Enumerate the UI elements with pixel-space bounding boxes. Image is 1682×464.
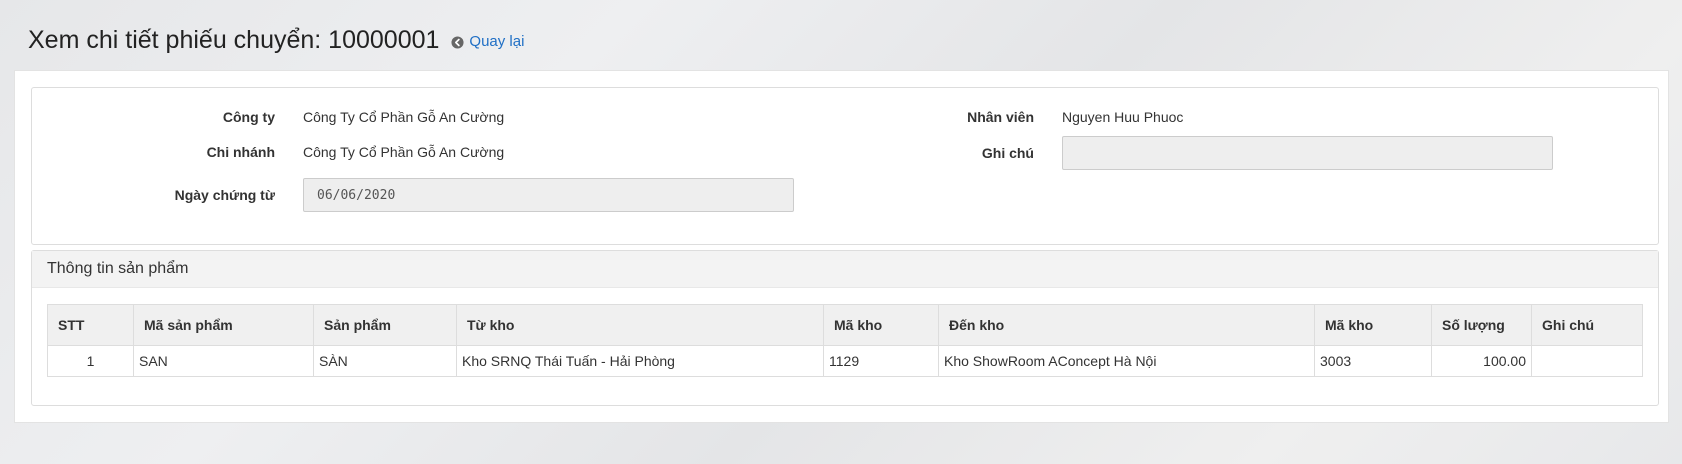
cell-to-code: 3003 (1314, 345, 1432, 377)
product-table: STT Mã sản phẩm Sản phẩm Từ kho Mã kho Đ… (47, 304, 1643, 377)
page-header: Xem chi tiết phiếu chuyển: 10000001 Quay… (28, 26, 524, 55)
col-header-product-code: Mã sản phẩm (133, 304, 314, 346)
note-field[interactable] (1062, 136, 1553, 170)
cell-to-warehouse: Kho ShowRoom AConcept Hà Nội (938, 345, 1315, 377)
cell-note (1531, 345, 1643, 377)
cell-product-code: SAN (133, 345, 314, 377)
col-header-quantity: Số lượng (1431, 304, 1532, 346)
circle-arrow-left-icon (451, 36, 464, 49)
product-info-panel: Thông tin sản phẩm STT Mã sản phẩm Sản p… (31, 250, 1659, 406)
col-header-stt: STT (47, 304, 134, 346)
product-section-title: Thông tin sản phẩm (32, 251, 1658, 288)
col-header-note: Ghi chú (1531, 304, 1643, 346)
cell-quantity: 100.00 (1431, 345, 1532, 377)
cell-from-code: 1129 (823, 345, 939, 377)
back-link-label[interactable]: Quay lại (469, 33, 524, 50)
date-label: Ngày chứng từ (174, 187, 275, 203)
document-date-field[interactable]: 06/06/2020 (303, 178, 794, 212)
page-title: Xem chi tiết phiếu chuyển: 10000001 (28, 26, 440, 54)
col-header-from-code: Mã kho (823, 304, 939, 346)
cell-product: SÀN (313, 345, 457, 377)
back-link[interactable]: Quay lại (451, 33, 524, 50)
main-panel: Công ty Công Ty Cổ Phần Gỗ An Cường Chi … (14, 70, 1669, 423)
employee-row: Nhân viên Nguyen Huu Phuoc (32, 100, 1183, 134)
employee-value: Nguyen Huu Phuoc (1062, 109, 1184, 125)
col-header-from-warehouse: Từ kho (456, 304, 824, 346)
col-header-to-code: Mã kho (1314, 304, 1432, 346)
col-header-to-warehouse: Đến kho (938, 304, 1315, 346)
note-row: Ghi chú (32, 136, 1553, 170)
table-row: 1 SAN SÀN Kho SRNQ Thái Tuấn - Hải Phòng… (47, 345, 1643, 377)
col-header-product: Sản phẩm (313, 304, 457, 346)
employee-label: Nhân viên (967, 109, 1034, 125)
cell-stt: 1 (47, 345, 134, 377)
table-header-row: STT Mã sản phẩm Sản phẩm Từ kho Mã kho Đ… (47, 304, 1643, 346)
document-info-panel: Công ty Công Ty Cổ Phần Gỗ An Cường Chi … (31, 87, 1659, 245)
date-row: Ngày chứng từ 06/06/2020 (32, 178, 794, 212)
note-label: Ghi chú (981, 145, 1034, 161)
cell-from-warehouse: Kho SRNQ Thái Tuấn - Hải Phòng (456, 345, 824, 377)
